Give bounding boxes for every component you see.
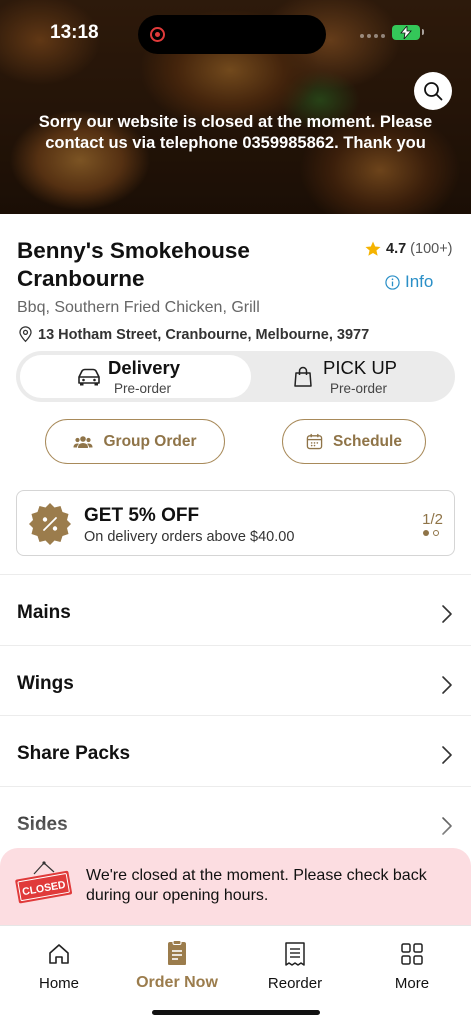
divider (0, 574, 471, 575)
divider (0, 715, 471, 716)
website-closed-message: Sorry our website is closed at the momen… (38, 113, 433, 152)
closed-banner: CLOSED We're closed at the moment. Pleas… (0, 848, 471, 926)
group-icon (73, 435, 93, 448)
store-address: 13 Hotham Street, Cranbourne, Melbourne,… (17, 326, 369, 343)
chevron-right-icon (442, 746, 452, 764)
car-icon (78, 368, 100, 386)
calendar-icon (306, 433, 323, 450)
group-order-label: Group Order (103, 432, 197, 450)
shopping-bag-icon (294, 366, 312, 387)
menu-category-share-packs[interactable]: Share Packs (0, 719, 471, 789)
battery-charging-icon (392, 25, 424, 40)
chevron-right-icon (442, 605, 452, 623)
category-label: Sides (17, 814, 68, 835)
schedule-button[interactable]: Schedule (282, 419, 426, 464)
category-label: Wings (17, 673, 74, 694)
chevron-right-icon (442, 817, 452, 835)
search-icon (424, 82, 443, 101)
delivery-sublabel: Pre-order (114, 381, 172, 396)
delivery-label: Delivery (108, 357, 180, 378)
tab-reorder[interactable]: Reorder (236, 938, 354, 992)
delivery-option[interactable]: Delivery Pre-order (20, 355, 251, 398)
order-mode-toggle: Delivery Pre-order PICK UP Pre-order (16, 351, 455, 402)
home-icon (49, 944, 69, 964)
recording-indicator-icon (150, 27, 165, 42)
hero-banner: 13:18 Sorry our website is closed at the… (0, 0, 471, 214)
store-rating[interactable]: 4.7 (100+) (364, 240, 453, 258)
tab-home-label: Home (38, 975, 79, 992)
closed-message: We're closed at the moment. Please check… (86, 867, 427, 904)
receipt-icon (285, 942, 305, 966)
store-name: Benny's Smokehouse Cranbourne (17, 238, 250, 291)
info-link[interactable]: Info (385, 272, 433, 292)
tab-order-now-label: Order Now (136, 974, 218, 991)
home-indicator (152, 1010, 320, 1015)
promo-pagination-dots[interactable] (423, 530, 439, 536)
tab-reorder-label: Reorder (267, 975, 323, 992)
promo-title: GET 5% OFF (84, 505, 200, 526)
discount-badge-icon (29, 503, 71, 545)
promo-subtitle: On delivery orders above $40.00 (84, 529, 295, 545)
pickup-label: PICK UP (323, 357, 398, 378)
rating-count: (100+) (410, 241, 453, 257)
divider (0, 786, 471, 787)
pickup-option[interactable]: PICK UP Pre-order (255, 355, 451, 398)
pickup-sublabel: Pre-order (330, 381, 388, 396)
info-icon (385, 274, 400, 290)
tab-home[interactable]: Home (0, 938, 118, 992)
divider (0, 645, 471, 646)
menu-category-wings[interactable]: Wings (0, 649, 471, 719)
info-label: Info (405, 272, 434, 291)
order-icon (168, 940, 186, 965)
store-cuisines: Bbq, Southern Fried Chicken, Grill (17, 299, 260, 316)
grid-icon (401, 943, 423, 965)
promo-page-indicator: 1/2 (422, 511, 443, 528)
signal-icon (360, 34, 386, 38)
status-bar-time: 13:18 (50, 22, 99, 43)
promo-card[interactable]: GET 5% OFF On delivery orders above $40.… (16, 490, 455, 556)
star-icon (365, 241, 381, 256)
search-button[interactable] (414, 72, 452, 110)
rating-value: 4.7 (386, 241, 407, 257)
chevron-right-icon (442, 676, 452, 694)
address-text: 13 Hotham Street, Cranbourne, Melbourne,… (38, 326, 370, 343)
tab-more[interactable]: More (353, 938, 471, 992)
tab-order-now[interactable]: Order Now (118, 938, 236, 992)
schedule-label: Schedule (333, 432, 402, 450)
closed-sign-icon: CLOSED (15, 861, 73, 904)
category-label: Mains (17, 602, 71, 623)
category-label: Share Packs (17, 743, 131, 764)
menu-category-mains[interactable]: Mains (0, 578, 471, 648)
dynamic-island (138, 15, 326, 54)
group-order-button[interactable]: Group Order (45, 419, 225, 464)
tab-more-label: More (394, 975, 430, 992)
location-pin-icon (19, 326, 32, 343)
